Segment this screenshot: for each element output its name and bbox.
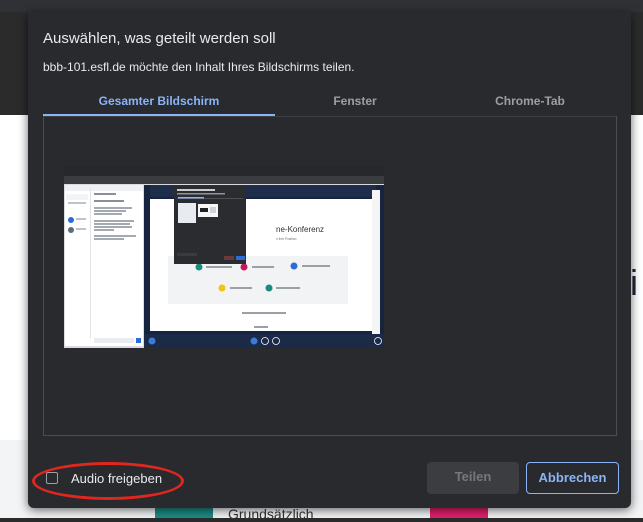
background-heading-fragment: i <box>630 262 638 303</box>
share-source-panel: ne-Konferenz n Ihre Position <box>43 116 617 436</box>
screen-thumbnail[interactable]: ne-Konferenz n Ihre Position <box>64 166 384 348</box>
tab-chrome-tab[interactable]: Chrome-Tab <box>443 92 617 114</box>
screen-share-dialog: Auswählen, was geteilt werden soll bbb-1… <box>28 12 631 508</box>
cancel-button[interactable]: Abbrechen <box>526 462 619 494</box>
thumbnail-heading: ne-Konferenz <box>276 225 324 234</box>
thumbnail-subheading: n Ihre Position <box>276 237 297 241</box>
share-button[interactable]: Teilen <box>427 462 519 494</box>
tab-window[interactable]: Fenster <box>275 92 435 114</box>
dialog-subtitle: bbb-101.esfl.de möchte den Inhalt Ihres … <box>43 60 355 74</box>
share-tabs: Gesamter Bildschirm Fenster Chrome-Tab <box>43 92 617 117</box>
tab-entire-screen[interactable]: Gesamter Bildschirm <box>43 92 275 116</box>
dialog-title: Auswählen, was geteilt werden soll <box>43 30 276 47</box>
browser-top-bar <box>0 0 643 12</box>
red-highlight-annotation <box>32 462 184 500</box>
background-text-fragment: Grundsätzlich <box>228 506 314 522</box>
